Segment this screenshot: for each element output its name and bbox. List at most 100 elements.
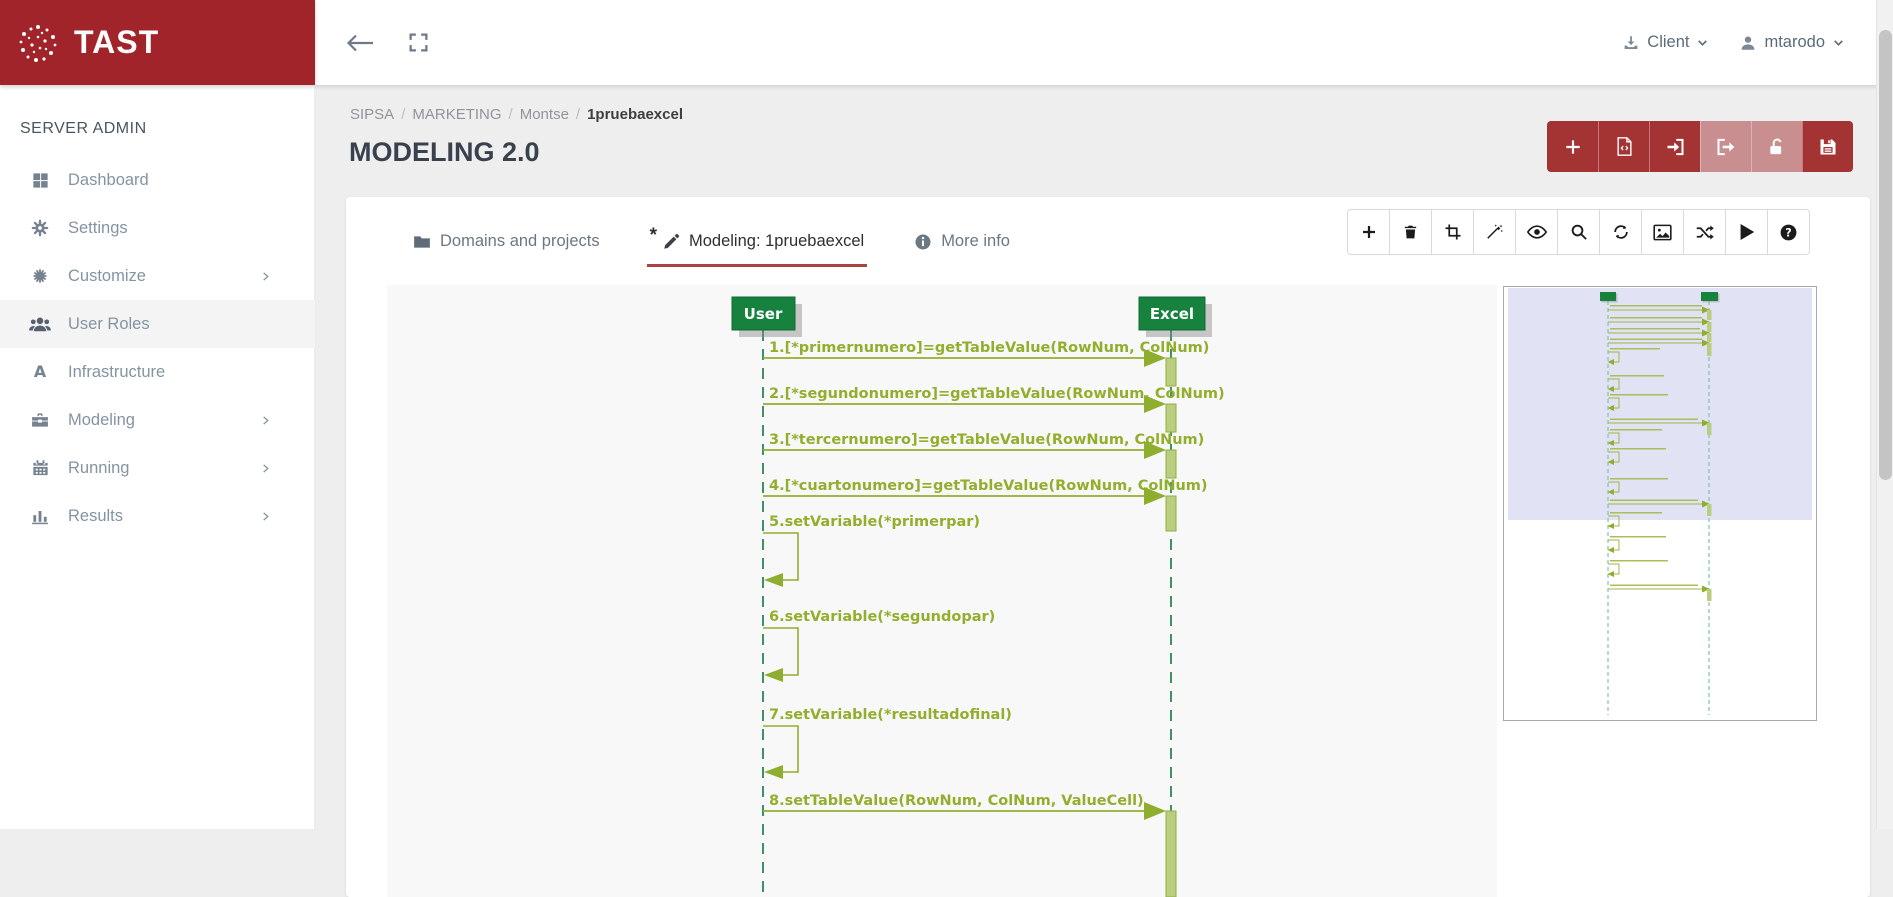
user-icon: [1739, 34, 1757, 52]
tab-domains-and-projects[interactable]: Domains and projects: [410, 219, 603, 267]
save-icon: [1818, 137, 1838, 157]
message-3[interactable]: 3.[*tercernumero]=getTableValue(RowNum, …: [763, 432, 1204, 478]
help-button[interactable]: ?: [1767, 209, 1810, 255]
message-label: 6.setVariable(*segundopar): [769, 609, 995, 625]
diagram-canvas[interactable]: User Excel 1.[*primernumero]=getTableVal…: [387, 285, 1497, 897]
app-logo[interactable]: TAST: [0, 0, 315, 85]
sidebar-item-infrastructure[interactable]: A Infrastructure: [0, 348, 315, 396]
tab-label: Modeling: 1pruebaexcel: [689, 232, 864, 251]
message-7[interactable]: 7.setVariable(*resultadofinal): [763, 707, 1012, 779]
cog-burst-icon: [29, 265, 51, 287]
breadcrumb-item[interactable]: SIPSA: [350, 106, 394, 123]
message-1[interactable]: 1.[*primernumero]=getTableValue(RowNum, …: [763, 340, 1209, 386]
sign-in-button[interactable]: [1649, 121, 1700, 172]
dashboard-grid-icon: [29, 169, 51, 191]
tab-modeling-current[interactable]: * Modeling: 1pruebaexcel: [647, 219, 868, 267]
message-6[interactable]: 6.setVariable(*segundopar): [763, 609, 995, 682]
message-8[interactable]: 8.setTableValue(RowNum, ColNum, ValueCel…: [763, 793, 1176, 897]
tab-more-info[interactable]: More info: [911, 219, 1013, 267]
sphere-dots-logo-icon: [16, 21, 60, 65]
crop-button[interactable]: [1431, 209, 1474, 255]
download-icon: [1622, 34, 1640, 52]
actor-excel[interactable]: Excel: [1139, 297, 1212, 337]
message-label: 2.[*segundonumero]=getTableValue(RowNum,…: [769, 386, 1225, 402]
svg-text:?: ?: [1785, 226, 1791, 239]
minimap-viewport[interactable]: [1508, 288, 1812, 520]
magnifier-icon: [1570, 223, 1588, 241]
sidebar-item-running[interactable]: Running: [0, 444, 315, 492]
fullscreen-icon[interactable]: [408, 32, 429, 53]
minimap[interactable]: [1503, 286, 1817, 721]
actor-user[interactable]: User: [732, 297, 802, 337]
message-label: 4.[*cuartonumero]=getTableValue(RowNum, …: [769, 478, 1208, 494]
modeling-card: Domains and projects * Modeling: 1prueba…: [346, 197, 1870, 897]
sidebar-item-settings[interactable]: Settings: [0, 204, 315, 252]
client-menu[interactable]: Client: [1622, 33, 1709, 52]
breadcrumb-separator: /: [576, 106, 580, 123]
briefcase-icon: [29, 409, 51, 431]
sidebar-item-label: Running: [68, 459, 129, 478]
trash-icon: [1402, 223, 1419, 241]
sidebar-item-customize[interactable]: Customize: [0, 252, 315, 300]
message-label: 8.setTableValue(RowNum, ColNum, ValueCel…: [769, 793, 1144, 809]
sidebar: TAST SERVER ADMIN Dashboard Settings: [0, 0, 315, 829]
message-label: 3.[*tercernumero]=getTableValue(RowNum, …: [769, 432, 1204, 448]
activation-bar: [1166, 811, 1176, 897]
run-button[interactable]: [1725, 209, 1768, 255]
folder-icon: [413, 234, 431, 250]
shuffle-icon: [1695, 224, 1714, 241]
tab-bar: Domains and projects * Modeling: 1prueba…: [410, 219, 1013, 267]
message-5[interactable]: 5.setVariable(*primerpar): [763, 514, 980, 587]
breadcrumb-item[interactable]: MARKETING: [412, 106, 501, 123]
export-image-button[interactable]: [1641, 209, 1684, 255]
sidebar-heading: SERVER ADMIN: [20, 120, 147, 138]
add-button[interactable]: [1547, 121, 1598, 172]
magic-wand-button[interactable]: [1473, 209, 1516, 255]
activation-bar: [1166, 450, 1176, 478]
image-icon: [1653, 224, 1672, 241]
bar-chart-icon: [29, 505, 51, 527]
page-scrollbar[interactable]: [1876, 0, 1893, 829]
sidebar-item-label: Modeling: [68, 411, 135, 430]
scrollbar-thumb[interactable]: [1879, 30, 1892, 480]
message-label: 7.setVariable(*resultadofinal): [769, 707, 1012, 723]
sign-out-button[interactable]: [1700, 121, 1751, 172]
back-arrow-icon[interactable]: [345, 31, 375, 55]
add-element-button[interactable]: [1347, 209, 1390, 255]
magic-wand-icon: [1486, 223, 1504, 241]
chevron-right-icon: [260, 271, 271, 282]
activation-bar: [1166, 496, 1176, 531]
sidebar-item-label: Dashboard: [68, 171, 149, 190]
user-menu[interactable]: mtarodo: [1739, 33, 1845, 52]
file-code-button[interactable]: [1598, 121, 1649, 172]
sidebar-item-dashboard[interactable]: Dashboard: [0, 156, 315, 204]
activation-bar: [1166, 404, 1176, 432]
save-button[interactable]: [1802, 121, 1853, 172]
letter-a-icon: A: [29, 361, 51, 383]
message-2[interactable]: 2.[*segundonumero]=getTableValue(RowNum,…: [763, 386, 1225, 432]
sidebar-item-label: Customize: [68, 267, 146, 286]
zoom-button[interactable]: [1557, 209, 1600, 255]
sidebar-item-user-roles[interactable]: User Roles: [0, 300, 315, 348]
sidebar-item-label: Results: [68, 507, 123, 526]
sidebar-item-results[interactable]: Results: [0, 492, 315, 540]
topbar: Client mtarodo: [315, 0, 1893, 85]
crop-icon: [1444, 223, 1462, 241]
preview-button[interactable]: [1515, 209, 1558, 255]
breadcrumb-separator: /: [509, 106, 513, 123]
chevron-right-icon: [260, 511, 271, 522]
shuffle-button[interactable]: [1683, 209, 1726, 255]
client-label: Client: [1647, 33, 1689, 52]
refresh-button[interactable]: [1599, 209, 1642, 255]
plus-icon: [1360, 223, 1378, 241]
unlock-icon: [1767, 137, 1787, 157]
calendar-icon: [29, 457, 51, 479]
breadcrumb-item[interactable]: Montse: [520, 106, 569, 123]
sidebar-item-label: User Roles: [68, 315, 150, 334]
users-icon: [29, 313, 51, 335]
actor-label: Excel: [1150, 305, 1194, 323]
unlock-button[interactable]: [1751, 121, 1802, 172]
sidebar-item-modeling[interactable]: Modeling: [0, 396, 315, 444]
delete-button[interactable]: [1389, 209, 1432, 255]
plus-icon: [1563, 137, 1583, 157]
